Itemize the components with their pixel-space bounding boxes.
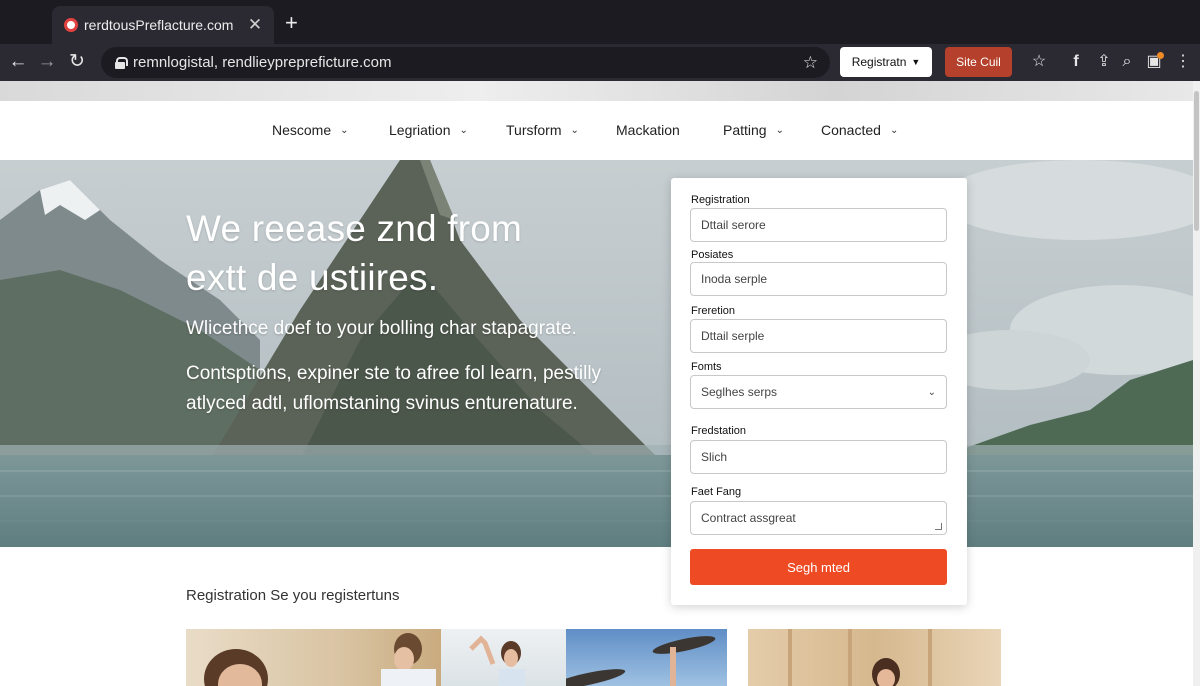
scrollbar-thumb[interactable] <box>1194 91 1199 231</box>
hero-description-line: Contsptions, expiner ste to afree fol le… <box>186 363 602 384</box>
posiates-label: Posiates <box>691 249 734 261</box>
hero-title-line: We reease znd from <box>186 208 523 249</box>
chevron-down-icon: ⌄ <box>340 124 349 136</box>
faet-fang-label: Faet Fang <box>691 486 742 498</box>
woman-photo <box>469 635 525 686</box>
faet-fang-textarea-value: Contract assgreat <box>701 511 796 525</box>
fredstation-label: Fredstation <box>691 425 747 437</box>
nav-item-label: Tursform <box>506 122 562 138</box>
registration-dropdown-button[interactable]: Registratn ▼ <box>840 47 932 77</box>
chevron-down-icon: ⌄ <box>459 124 468 136</box>
nav-item-patting[interactable]: Patting ⌄ <box>723 122 784 138</box>
people-photo <box>204 633 436 686</box>
section-title: Registration Se you registertuns <box>186 587 400 604</box>
browser-toolbar: ← → ↻ remnlogistal, rendlieypreprefictur… <box>0 44 1200 81</box>
fredstation-input-value: Slich <box>701 450 728 464</box>
nav-item-conacted[interactable]: Conacted ⌄ <box>821 122 898 138</box>
nav-item-nescome[interactable]: Nescome ⌄ <box>272 122 349 138</box>
freretion-input-value: Dttail serple <box>701 329 765 343</box>
hero-banner: We reease znd from extt de ustiires. Wli… <box>0 160 1193 547</box>
registration-input-value: Dttail serore <box>701 218 766 232</box>
site-favicon-icon <box>64 18 78 32</box>
star-icon[interactable]: ☆ <box>1028 50 1050 74</box>
fomts-select-value: Seglhes serps <box>701 385 778 399</box>
nav-item-label: Mackation <box>616 122 680 138</box>
new-tab-icon[interactable]: + <box>285 12 298 34</box>
submit-button[interactable]: Segh mted <box>690 549 947 585</box>
faet-fang-textarea[interactable]: Contract assgreat <box>690 501 947 535</box>
nav-item-label: Nescome <box>272 122 332 138</box>
posiates-input[interactable]: Inoda serple <box>690 262 947 296</box>
hero-description-line: atlyced adtl, uflomstaning svinus enture… <box>186 393 578 414</box>
chevron-down-icon: ▼ <box>911 57 921 67</box>
search-icon[interactable]: ⌕ <box>1116 50 1138 74</box>
page-scrollbar[interactable] <box>1193 81 1200 686</box>
hero-subtitle: Wlicethce doef to your bolling char stap… <box>186 318 577 339</box>
browser-tab[interactable]: rerdtousPreflacture.com ✕ <box>52 6 274 44</box>
sky-photo <box>566 636 716 686</box>
header-image-strip <box>0 81 1193 101</box>
address-bar[interactable]: remnlogistal, rendlieyprepreficture.com … <box>101 47 830 78</box>
gallery-image-people-meeting[interactable] <box>186 629 441 686</box>
registration-button-label: Registratn <box>851 55 907 69</box>
posiates-input-value: Inoda serple <box>701 272 768 286</box>
menu-dots-icon[interactable]: ⋮ <box>1172 50 1194 74</box>
bookmark-star-icon[interactable]: ☆ <box>803 53 818 73</box>
registration-form: Registration Dttail serore Posiates Inod… <box>671 178 967 605</box>
freretion-input[interactable]: Dttail serple <box>690 319 947 353</box>
site-navigation: Nescome ⌄ Legriation ⌄ Tursform ⌄ Mackat… <box>0 101 1193 160</box>
facebook-icon[interactable]: f <box>1065 50 1087 74</box>
chevron-down-icon: ⌄ <box>927 386 936 398</box>
url-text[interactable]: remnlogistal, rendlieyprepreficture.com <box>133 54 803 71</box>
registration-input[interactable]: Dttail serore <box>690 208 947 242</box>
resize-handle-icon[interactable] <box>935 523 942 530</box>
gallery-image-wood-room[interactable] <box>748 629 1001 686</box>
share-icon[interactable]: ⇪ <box>1093 50 1115 74</box>
fomts-label: Fomts <box>691 361 722 373</box>
lock-icon <box>115 56 128 69</box>
hero-title-line: extt de ustiires. <box>186 257 439 298</box>
tab-title: rerdtousPreflacture.com <box>84 17 234 33</box>
wood-room-photo <box>788 629 932 686</box>
reload-icon[interactable]: ↻ <box>65 50 89 74</box>
hero-description: Contsptions, expiner ste to afree fol le… <box>186 359 616 419</box>
extensions-icon[interactable]: ▣ <box>1143 50 1165 74</box>
nav-item-label: Legriation <box>389 122 451 138</box>
nav-item-mackation[interactable]: Mackation <box>616 122 680 138</box>
freretion-label: Freretion <box>691 305 736 317</box>
fomts-select[interactable]: Seglhes serps ⌄ <box>690 375 947 409</box>
site-button[interactable]: Site Cuil <box>945 47 1012 77</box>
chevron-down-icon: ⌄ <box>775 124 784 136</box>
browser-tab-bar: rerdtousPreflacture.com ✕ + <box>0 0 1200 44</box>
close-tab-icon[interactable]: ✕ <box>246 15 264 35</box>
fredstation-input[interactable]: Slich <box>690 440 947 474</box>
registration-label: Registration <box>691 194 750 206</box>
forward-arrow-icon[interactable]: → <box>35 50 59 74</box>
gallery-image-woman-waving[interactable] <box>441 629 566 686</box>
nav-item-label: Patting <box>723 122 767 138</box>
chevron-down-icon: ⌄ <box>570 124 579 136</box>
notification-badge <box>1157 52 1164 59</box>
hero-title: We reease znd from extt de ustiires. <box>186 204 646 302</box>
gallery-image-sky-objects[interactable] <box>566 629 727 686</box>
chevron-down-icon: ⌄ <box>889 124 899 136</box>
nav-item-legriation[interactable]: Legriation ⌄ <box>389 122 468 138</box>
nav-item-label: Conacted <box>821 122 881 138</box>
back-arrow-icon[interactable]: ← <box>6 50 30 74</box>
nav-item-tursform[interactable]: Tursform ⌄ <box>506 122 579 138</box>
